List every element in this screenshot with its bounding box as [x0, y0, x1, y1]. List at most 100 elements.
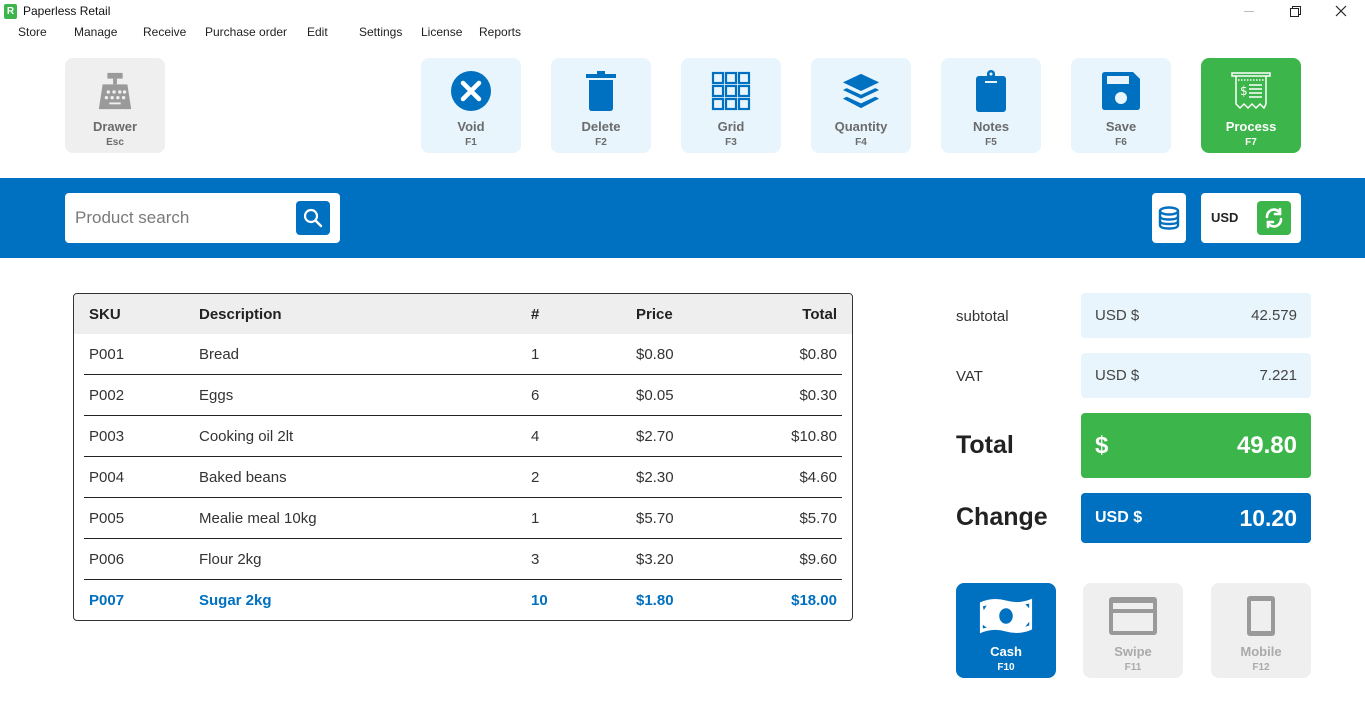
menu-store[interactable]: Store: [18, 25, 47, 39]
row-qty: 6: [531, 387, 540, 404]
drawer-button[interactable]: Drawer Esc: [65, 58, 165, 153]
row-description: Eggs: [199, 387, 234, 404]
row-qty: 2: [531, 469, 540, 486]
row-description: Bread: [199, 346, 240, 363]
refresh-icon: [1265, 207, 1283, 229]
menu-reports[interactable]: Reports: [479, 25, 521, 39]
vat-label: VAT: [956, 368, 983, 385]
row-sku: P001: [89, 346, 125, 363]
search-button[interactable]: [296, 201, 330, 235]
row-price: $2.70: [636, 428, 674, 445]
mobile-payment-button[interactable]: Mobile F12: [1211, 583, 1311, 678]
row-sku: P006: [89, 551, 125, 568]
void-button[interactable]: Void F1: [421, 58, 521, 153]
grid-button[interactable]: Grid F3: [681, 58, 781, 153]
save-label: Save: [1105, 119, 1137, 134]
menu-receive[interactable]: Receive: [143, 25, 186, 39]
header-description[interactable]: Description: [199, 306, 282, 323]
row-qty: 10: [531, 592, 548, 609]
process-shortcut: F7: [1245, 137, 1257, 148]
row-qty: 3: [531, 551, 540, 568]
cash-payment-button[interactable]: Cash F10: [956, 583, 1056, 678]
row-description: Cooking oil 2lt: [199, 428, 294, 445]
row-price: $0.05: [636, 387, 674, 404]
header-qty[interactable]: #: [531, 306, 539, 323]
header-total[interactable]: Total: [802, 306, 837, 323]
save-shortcut: F6: [1115, 137, 1127, 148]
currency-selector: USD: [1201, 193, 1301, 243]
close-circle-icon: [451, 70, 491, 112]
row-total: $0.30: [799, 387, 837, 404]
row-qty: 1: [531, 510, 540, 527]
table-row[interactable]: P001 Bread 1 $0.80 $0.80: [84, 334, 842, 375]
quantity-shortcut: F4: [855, 137, 867, 148]
grid-shortcut: F3: [725, 137, 737, 148]
row-total: $4.60: [799, 469, 837, 486]
swipe-shortcut: F11: [1124, 662, 1142, 673]
header-sku[interactable]: SKU: [89, 306, 121, 323]
minimize-button[interactable]: [1226, 0, 1272, 22]
mobile-shortcut: F12: [1252, 662, 1270, 673]
table-row[interactable]: P006 Flour 2kg 3 $3.20 $9.60: [84, 539, 842, 580]
app-logo-icon: R: [4, 4, 17, 19]
subtotal-label: subtotal: [956, 308, 1009, 325]
menu-license[interactable]: License: [421, 25, 462, 39]
grid-icon: [711, 70, 751, 112]
row-total: $5.70: [799, 510, 837, 527]
row-description: Mealie meal 10kg: [199, 510, 317, 527]
menu-purchase-order[interactable]: Purchase order: [205, 25, 287, 39]
table-row[interactable]: P007 Sugar 2kg 10 $1.80 $18.00: [84, 580, 842, 620]
change-value: 10.20: [1239, 505, 1297, 531]
menu-manage[interactable]: Manage: [74, 25, 117, 39]
product-search-box: [65, 193, 340, 243]
grid-label: Grid: [717, 119, 745, 134]
notes-label: Notes: [972, 119, 1010, 134]
drawer-label: Drawer: [92, 119, 138, 134]
notes-button[interactable]: Notes F5: [941, 58, 1041, 153]
table-header: SKU Description # Price Total: [74, 294, 852, 334]
change-currency: USD $: [1095, 509, 1143, 526]
swipe-label: Swipe: [1114, 644, 1152, 659]
row-price: $5.70: [636, 510, 674, 527]
table-row[interactable]: P003 Cooking oil 2lt 4 $2.70 $10.80: [84, 416, 842, 457]
swipe-payment-button[interactable]: Swipe F11: [1083, 583, 1183, 678]
row-total: $9.60: [799, 551, 837, 568]
total-field: $ 49.80: [1081, 413, 1311, 478]
quantity-label: Quantity: [834, 119, 888, 134]
void-label: Void: [457, 119, 485, 134]
row-sku: P004: [89, 469, 125, 486]
subtotal-currency: USD $: [1095, 307, 1140, 324]
drawer-shortcut: Esc: [106, 137, 124, 148]
row-sku: P005: [89, 510, 125, 527]
menu-settings[interactable]: Settings: [359, 25, 402, 39]
product-search-input[interactable]: [75, 203, 290, 233]
refresh-currency-button[interactable]: [1257, 201, 1291, 235]
table-row[interactable]: P005 Mealie meal 10kg 1 $5.70 $5.70: [84, 498, 842, 539]
row-description: Baked beans: [199, 469, 287, 486]
header-price[interactable]: Price: [636, 306, 673, 323]
process-button[interactable]: $ Process F7: [1201, 58, 1301, 153]
row-price: $2.30: [636, 469, 674, 486]
menu-edit[interactable]: Edit: [307, 25, 328, 39]
restore-button[interactable]: [1272, 0, 1318, 22]
delete-label: Delete: [581, 119, 621, 134]
currency-code: USD: [1211, 210, 1239, 225]
row-total: $0.80: [799, 346, 837, 363]
delete-button[interactable]: Delete F2: [551, 58, 651, 153]
void-shortcut: F1: [465, 137, 477, 148]
row-qty: 1: [531, 346, 540, 363]
vat-value: 7.221: [1259, 367, 1297, 384]
close-button[interactable]: [1318, 0, 1364, 22]
credit-card-icon: [1105, 593, 1161, 639]
table-row[interactable]: P004 Baked beans 2 $2.30 $4.60: [84, 457, 842, 498]
close-icon: [1335, 5, 1347, 17]
search-bar-band: USD: [0, 178, 1365, 258]
database-button[interactable]: [1152, 193, 1186, 243]
table-row[interactable]: P002 Eggs 6 $0.05 $0.30: [84, 375, 842, 416]
row-price: $3.20: [636, 551, 674, 568]
save-button[interactable]: Save F6: [1071, 58, 1171, 153]
quantity-button[interactable]: Quantity F4: [811, 58, 911, 153]
notes-shortcut: F5: [985, 137, 997, 148]
total-label: Total: [956, 431, 1014, 459]
cash-icon: [978, 593, 1034, 639]
